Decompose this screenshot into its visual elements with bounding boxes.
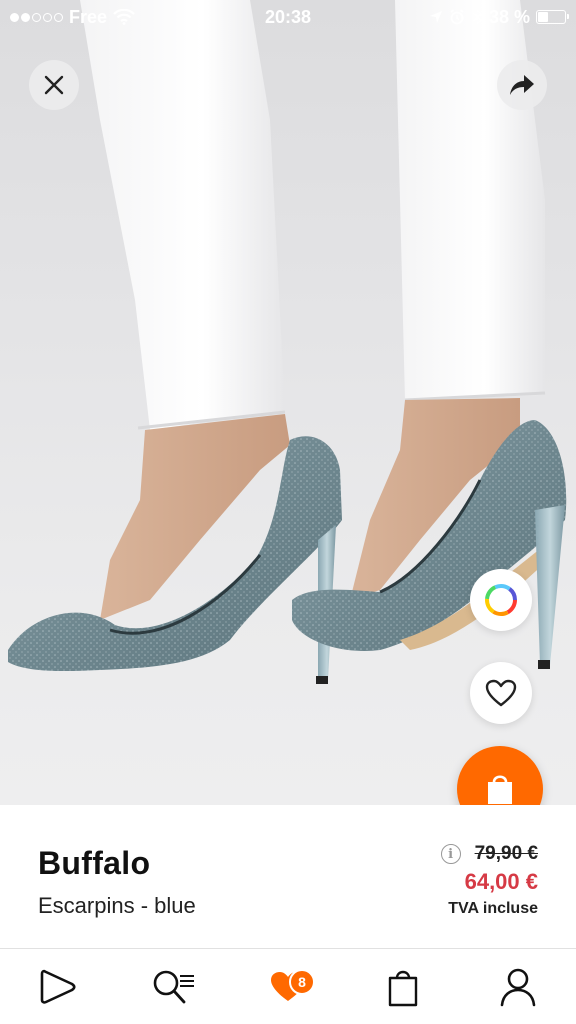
shopping-bag-icon bbox=[488, 775, 512, 804]
tab-search[interactable] bbox=[133, 949, 213, 1024]
product-name: Escarpins - blue bbox=[38, 893, 196, 918]
wifi-icon bbox=[113, 9, 135, 25]
bluetooth-icon bbox=[472, 8, 483, 26]
status-bar: Free 20:38 38 % bbox=[0, 0, 576, 34]
price-info-icon[interactable]: i bbox=[440, 844, 461, 864]
product-info: Buffalo Escarpins - blue i 79,90 € 64,00… bbox=[0, 805, 576, 948]
wishlist-count-badge: 8 bbox=[288, 968, 315, 995]
close-button[interactable] bbox=[29, 60, 79, 110]
color-wheel-icon bbox=[485, 584, 517, 616]
status-left: Free bbox=[10, 7, 135, 28]
color-options-button[interactable] bbox=[470, 569, 532, 631]
battery-icon bbox=[536, 10, 569, 24]
alarm-icon bbox=[450, 9, 464, 25]
home-logo-icon bbox=[40, 969, 76, 1004]
cart-bag-icon bbox=[388, 970, 418, 1006]
favorite-button[interactable] bbox=[470, 662, 532, 724]
tab-cart[interactable] bbox=[363, 949, 443, 1024]
share-icon bbox=[510, 75, 534, 95]
sale-price: 64,00 € bbox=[464, 869, 538, 894]
share-button[interactable] bbox=[497, 60, 547, 110]
carrier-label: Free bbox=[69, 6, 108, 27]
tax-note: TVA incluse bbox=[448, 900, 538, 917]
tab-wishlist[interactable]: 8 bbox=[248, 949, 328, 1024]
user-icon bbox=[501, 968, 536, 1006]
clock-label: 20:38 bbox=[264, 6, 312, 27]
status-right: 38 % bbox=[429, 6, 569, 28]
price-block: i 79,90 € 64,00 € TVA incluse bbox=[440, 843, 538, 918]
tab-home[interactable] bbox=[18, 949, 98, 1024]
search-icon bbox=[153, 970, 194, 1003]
original-price: 79,90 € bbox=[474, 843, 538, 864]
tab-bar: 8 bbox=[0, 948, 576, 1024]
signal-strength-icon bbox=[10, 12, 63, 22]
product-brand: Buffalo bbox=[38, 845, 151, 881]
close-icon bbox=[44, 75, 64, 95]
heart-icon bbox=[485, 679, 517, 707]
tab-account[interactable] bbox=[478, 949, 558, 1024]
battery-label: 38 % bbox=[488, 6, 530, 27]
location-icon bbox=[429, 11, 442, 23]
